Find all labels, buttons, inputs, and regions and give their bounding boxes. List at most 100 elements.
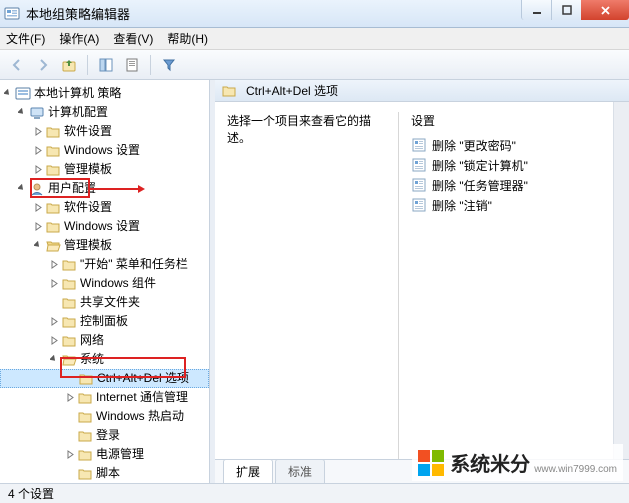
expand-icon[interactable] xyxy=(32,221,44,233)
tree-label: 登录 xyxy=(96,426,120,445)
tree-user-config[interactable]: 用户配置 xyxy=(0,179,209,198)
policy-icon xyxy=(411,137,427,153)
vertical-scrollbar[interactable] xyxy=(613,102,629,459)
tree-item[interactable]: 管理模板 xyxy=(0,160,209,179)
column-header-setting[interactable]: 设置 xyxy=(411,112,601,129)
tree-item[interactable]: Windows 设置 xyxy=(0,141,209,160)
toolbar xyxy=(0,50,629,80)
tree-item[interactable]: 共享文件夹 xyxy=(0,293,209,312)
tree-root[interactable]: 本地计算机 策略 xyxy=(0,84,209,103)
status-bar: 4 个设置 xyxy=(0,483,629,503)
up-button[interactable] xyxy=(58,54,80,76)
tree-label: 软件设置 xyxy=(64,122,112,141)
setting-label: 删除 "任务管理器" xyxy=(432,177,528,194)
window-controls xyxy=(521,0,629,20)
maximize-button[interactable] xyxy=(551,0,581,20)
setting-label: 删除 "锁定计算机" xyxy=(432,157,528,174)
app-icon xyxy=(4,6,20,22)
tree-item[interactable]: 登录 xyxy=(0,426,209,445)
tree-computer-config[interactable]: 计算机配置 xyxy=(0,103,209,122)
expand-icon[interactable] xyxy=(64,392,76,404)
tree-label: Internet 通信管理 xyxy=(96,388,188,407)
watermark-url: www.win7999.com xyxy=(534,464,617,475)
tree-label: Windows 设置 xyxy=(64,141,140,160)
status-text: 4 个设置 xyxy=(8,485,54,502)
menu-help[interactable]: 帮助(H) xyxy=(167,30,208,47)
folder-open-icon xyxy=(61,352,77,368)
tree-system[interactable]: 系统 xyxy=(0,350,209,369)
expand-icon[interactable] xyxy=(16,107,28,119)
expand-icon[interactable] xyxy=(48,278,60,290)
setting-item[interactable]: 删除 "锁定计算机" xyxy=(411,155,601,175)
tree-ctrl-alt-del[interactable]: Ctrl+Alt+Del 选项 xyxy=(0,369,209,388)
tree-item[interactable]: 脚本 xyxy=(0,464,209,483)
tab-standard[interactable]: 标准 xyxy=(275,459,325,483)
setting-label: 删除 "注销" xyxy=(432,197,492,214)
policy-icon xyxy=(411,157,427,173)
expand-icon[interactable] xyxy=(48,259,60,271)
expand-icon[interactable] xyxy=(64,449,76,461)
tree-label: "开始" 菜单和任务栏 xyxy=(80,255,188,274)
expand-icon[interactable] xyxy=(2,88,14,100)
tree-label: 电源管理 xyxy=(96,445,144,464)
tree-item[interactable]: Windows 设置 xyxy=(0,217,209,236)
folder-icon xyxy=(61,295,77,311)
setting-item[interactable]: 删除 "注销" xyxy=(411,195,601,215)
tree-item[interactable]: Windows 组件 xyxy=(0,274,209,293)
expand-icon[interactable] xyxy=(32,164,44,176)
expand-icon[interactable] xyxy=(16,183,28,195)
tree-label: Ctrl+Alt+Del 选项 xyxy=(97,369,189,388)
folder-icon xyxy=(77,390,93,406)
right-title: Ctrl+Alt+Del 选项 xyxy=(246,82,338,99)
policy-icon xyxy=(15,86,31,102)
tree-admin-templates[interactable]: 管理模板 xyxy=(0,236,209,255)
properties-button[interactable] xyxy=(121,54,143,76)
expand-icon[interactable] xyxy=(48,316,60,328)
menu-file[interactable]: 文件(F) xyxy=(6,30,45,47)
show-hide-tree-button[interactable] xyxy=(95,54,117,76)
menu-bar: 文件(F) 操作(A) 查看(V) 帮助(H) xyxy=(0,28,629,50)
menu-view[interactable]: 查看(V) xyxy=(113,30,153,47)
menu-action[interactable]: 操作(A) xyxy=(59,30,99,47)
folder-icon xyxy=(78,371,94,387)
tree-label: 控制面板 xyxy=(80,312,128,331)
folder-icon xyxy=(61,276,77,292)
folder-icon xyxy=(45,124,61,140)
back-button[interactable] xyxy=(6,54,28,76)
expand-icon[interactable] xyxy=(32,240,44,252)
expand-icon[interactable] xyxy=(48,335,60,347)
expand-icon[interactable] xyxy=(48,354,60,366)
close-button[interactable] xyxy=(581,0,629,20)
expand-icon[interactable] xyxy=(32,202,44,214)
folder-icon xyxy=(45,200,61,216)
tree-item[interactable]: 电源管理 xyxy=(0,445,209,464)
folder-icon xyxy=(77,466,93,482)
title-bar: 本地组策略编辑器 xyxy=(0,0,629,28)
tree-item[interactable]: "开始" 菜单和任务栏 xyxy=(0,255,209,274)
tree-item[interactable]: 控制面板 xyxy=(0,312,209,331)
right-header: Ctrl+Alt+Del 选项 xyxy=(215,80,629,102)
folder-icon xyxy=(45,219,61,235)
tree-item[interactable]: 软件设置 xyxy=(0,198,209,217)
folder-open-icon xyxy=(45,238,61,254)
expand-icon[interactable] xyxy=(32,145,44,157)
filter-button[interactable] xyxy=(158,54,180,76)
setting-item[interactable]: 删除 "任务管理器" xyxy=(411,175,601,195)
folder-icon xyxy=(61,257,77,273)
tree-item[interactable]: Internet 通信管理 xyxy=(0,388,209,407)
minimize-button[interactable] xyxy=(521,0,551,20)
policy-icon xyxy=(411,197,427,213)
setting-item[interactable]: 删除 "更改密码" xyxy=(411,135,601,155)
tree-item[interactable]: 网络 xyxy=(0,331,209,350)
forward-button[interactable] xyxy=(32,54,54,76)
tree-label: 用户配置 xyxy=(48,179,96,198)
tab-extended[interactable]: 扩展 xyxy=(223,459,273,483)
expand-icon[interactable] xyxy=(32,126,44,138)
tree-panel: 本地计算机 策略 计算机配置 软件设置 Windows 设置 xyxy=(0,80,210,483)
folder-icon xyxy=(77,447,93,463)
tree-item[interactable]: 软件设置 xyxy=(0,122,209,141)
tree-label: Windows 热启动 xyxy=(96,407,184,426)
folder-icon xyxy=(61,314,77,330)
tree-label: 管理模板 xyxy=(64,160,112,179)
tree-item[interactable]: Windows 热启动 xyxy=(0,407,209,426)
